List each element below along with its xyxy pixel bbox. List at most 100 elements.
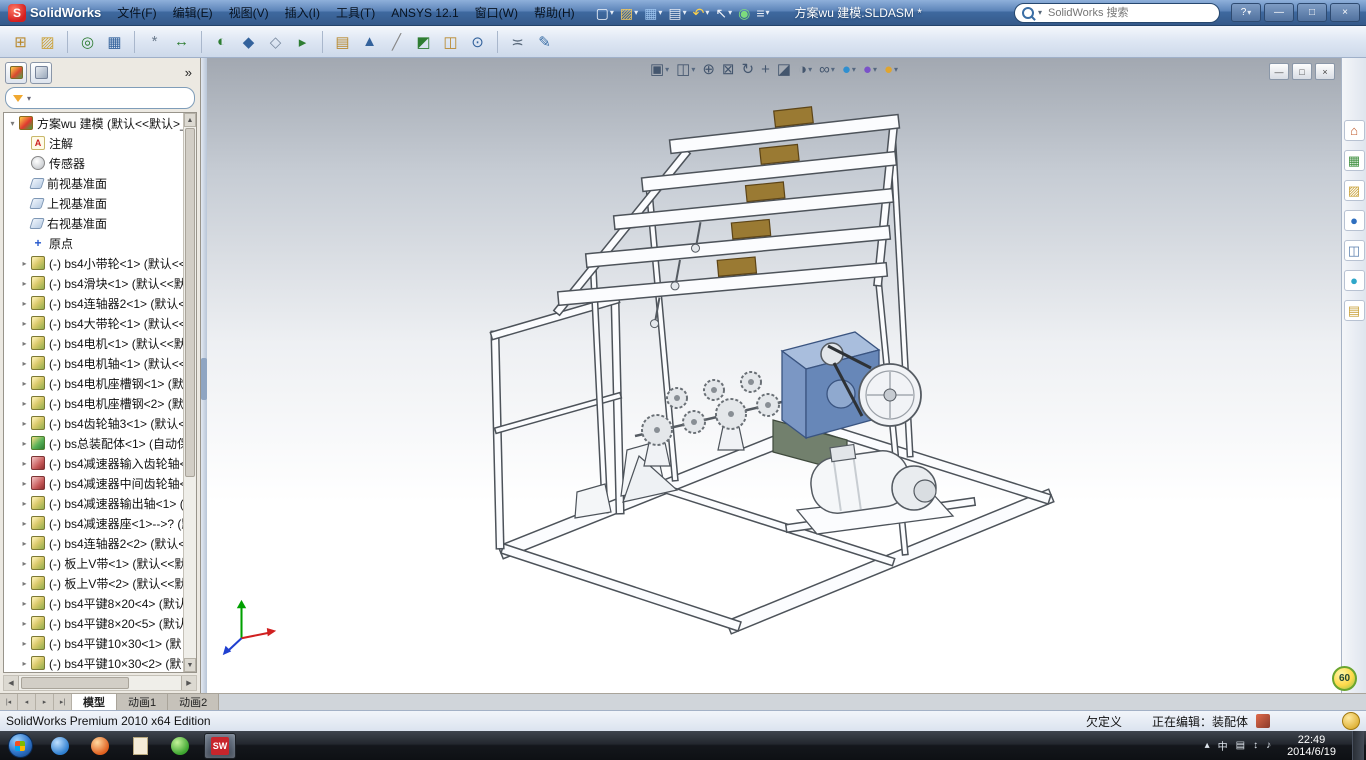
tree-item[interactable]: ▸(-) bs4大带轮<1> (默认<< (4, 313, 196, 333)
expander-icon[interactable]: ▸ (19, 419, 30, 428)
view-setting-ball-icon[interactable]: ●▾ (884, 62, 898, 78)
bill-of-materials-icon[interactable]: ▤ (330, 30, 355, 54)
tree-item[interactable]: ▸(-) bs4平键10×30<1> (默 (4, 633, 196, 653)
scroll-down-icon[interactable]: ▼ (184, 658, 196, 672)
display-tray-icon[interactable]: ▤ (1236, 740, 1245, 751)
tab-nav-prev[interactable]: ◂ (18, 694, 36, 710)
pan-view-icon[interactable]: + (761, 62, 770, 78)
motion-study-icon[interactable]: ▸ (290, 30, 315, 54)
design-library-icon[interactable]: ▦ (1344, 150, 1365, 171)
dropdown-arrow-icon[interactable]: ▾ (852, 62, 856, 78)
expander-icon[interactable]: ▸ (19, 639, 30, 648)
options-icon[interactable]: ≡▾ (753, 2, 772, 24)
quick-tips-icon[interactable] (1342, 712, 1360, 730)
tree-item[interactable]: ▸(-) 板上V带<1> (默认<<默 (4, 553, 196, 573)
tree-item[interactable]: A注解 (4, 133, 196, 153)
measure-icon[interactable]: ≍ (505, 30, 530, 54)
tree-item[interactable]: ▸(-) bs4减速器输出轴<1> (默 (4, 493, 196, 513)
dropdown-arrow-icon[interactable]: ▾ (808, 62, 812, 78)
view-orientation-icon[interactable]: ▣▾ (650, 62, 669, 78)
search-dropdown-icon[interactable]: ▾ (1038, 8, 1042, 17)
print-icon[interactable]: ▤▾ (665, 2, 689, 24)
expander-icon[interactable]: ▸ (19, 659, 30, 668)
tree-root-item[interactable]: ▾方案wu 建模 (默认<<默认>_显 (4, 113, 196, 133)
tab-model[interactable]: 模型 (72, 694, 117, 710)
hidden-icons-chevron[interactable]: ▴ (1205, 740, 1210, 751)
custom-properties-icon[interactable]: ▤ (1344, 300, 1365, 321)
assembly-features-icon[interactable]: ◆ (236, 30, 261, 54)
sketch-icon[interactable]: ✎ (532, 30, 557, 54)
hole-alignment-icon[interactable]: ⊙ (465, 30, 490, 54)
filter-dropdown-icon[interactable]: ▾ (27, 94, 31, 103)
minimize-button[interactable]: — (1264, 3, 1294, 22)
tree-vertical-scrollbar[interactable]: ▲ ▼ (183, 113, 196, 672)
show-desktop-button[interactable] (1352, 731, 1364, 760)
taskbar-clock[interactable]: 22:49 2014/6/19 (1279, 734, 1344, 758)
interference-detection-icon[interactable]: ◩ (411, 30, 436, 54)
zoom-area-icon[interactable]: ⊠ (722, 62, 735, 78)
doc-minimize-button[interactable]: — (1269, 63, 1289, 80)
search-box[interactable]: ▾ (1014, 3, 1220, 23)
menu-item-0[interactable]: 文件(F) (109, 0, 164, 26)
panel-expand-button[interactable]: » (182, 65, 195, 80)
network-tray-icon[interactable]: ↕ (1253, 740, 1258, 751)
dropdown-arrow-icon[interactable]: ▾ (658, 8, 662, 17)
solidworks-resources-icon[interactable]: ⌂ (1344, 120, 1365, 141)
save-icon[interactable]: ▦▾ (641, 2, 665, 24)
insert-component-icon[interactable]: ⊞ (8, 30, 33, 54)
expander-icon[interactable]: ▸ (19, 559, 30, 568)
dropdown-arrow-icon[interactable]: ▾ (705, 8, 709, 17)
expander-icon[interactable]: ▸ (19, 399, 30, 408)
doc-close-button[interactable]: × (1315, 63, 1335, 80)
component-pattern-icon[interactable]: ▦ (102, 30, 127, 54)
assembly-model[interactable] (207, 58, 1341, 693)
scroll-up-icon[interactable]: ▲ (184, 113, 196, 127)
tree-item[interactable]: ▸(-) bs4连轴器2<1> (默认< (4, 293, 196, 313)
dropdown-arrow-icon[interactable]: ▾ (665, 62, 669, 78)
tree-item[interactable]: 前视基准面 (4, 173, 196, 193)
menu-item-2[interactable]: 视图(V) (221, 0, 277, 26)
menu-item-1[interactable]: 编辑(E) (165, 0, 221, 26)
start-orb[interactable] (4, 733, 36, 759)
open-icon[interactable]: ▨▾ (617, 2, 641, 24)
pinned-green-browser[interactable] (164, 733, 196, 759)
expander-icon[interactable]: ▸ (19, 479, 30, 488)
tree-item[interactable]: ▸(-) bs4连轴器2<2> (默认< (4, 533, 196, 553)
dropdown-arrow-icon[interactable]: ▾ (831, 62, 835, 78)
exploded-view-icon[interactable]: ▲ (357, 30, 382, 54)
menu-item-3[interactable]: 插入(I) (277, 0, 328, 26)
dropdown-arrow-icon[interactable]: ▾ (894, 62, 898, 78)
clearance-verification-icon[interactable]: ◫ (438, 30, 463, 54)
expander-icon[interactable]: ▸ (19, 359, 30, 368)
dropdown-arrow-icon[interactable]: ▾ (691, 62, 695, 78)
doc-restore-button[interactable]: □ (1292, 63, 1312, 80)
expander-icon[interactable]: ▾ (7, 119, 18, 128)
tree-item[interactable]: ▸(-) bs4电机<1> (默认<<默 (4, 333, 196, 353)
tab-motion1[interactable]: 动画1 (117, 694, 168, 710)
dropdown-arrow-icon[interactable]: ▾ (610, 8, 614, 17)
explode-line-sketch-icon[interactable]: ╱ (384, 30, 409, 54)
solidworks-search-input[interactable] (1046, 6, 1212, 20)
expander-icon[interactable]: ▸ (19, 619, 30, 628)
expander-icon[interactable]: ▸ (19, 459, 30, 468)
tree-item[interactable]: ▸(-) bs4齿轮轴3<1> (默认< (4, 413, 196, 433)
tree-item[interactable]: ▸(-) bs4平键8×20<4> (默认 (4, 593, 196, 613)
tab-motion2[interactable]: 动画2 (168, 694, 219, 710)
file-explorer-icon[interactable]: ▨ (1344, 180, 1365, 201)
tree-item[interactable]: ▸(-) bs4小带轮<1> (默认<< (4, 253, 196, 273)
edit-appearance-icon[interactable]: ●▾ (842, 62, 856, 78)
menu-item-6[interactable]: 窗口(W) (467, 0, 526, 26)
tree-horizontal-scrollbar[interactable]: ◀ ▶ (3, 675, 197, 691)
maximize-button[interactable]: □ (1297, 3, 1327, 22)
tree-item[interactable]: ▸(-) bs4滑块<1> (默认<<默 (4, 273, 196, 293)
tree-item[interactable]: ▸(-) bs总装配体<1> (自动保 (4, 433, 196, 453)
tree-item[interactable]: ▸(-) bs4平键8×20<5> (默认 (4, 613, 196, 633)
tree-item[interactable]: ▸(-) bs4平键10×30<2> (默认 (4, 653, 196, 673)
mate-icon[interactable]: ◎ (75, 30, 100, 54)
view-settings-icon[interactable]: ◑▾ (798, 62, 812, 78)
quick-launch-orange-app[interactable] (84, 733, 116, 759)
new-document-icon[interactable]: ▢▾ (593, 2, 617, 24)
volume-tray-icon[interactable]: ♪ (1266, 740, 1271, 751)
expander-icon[interactable]: ▸ (19, 599, 30, 608)
menu-item-4[interactable]: 工具(T) (328, 0, 383, 26)
